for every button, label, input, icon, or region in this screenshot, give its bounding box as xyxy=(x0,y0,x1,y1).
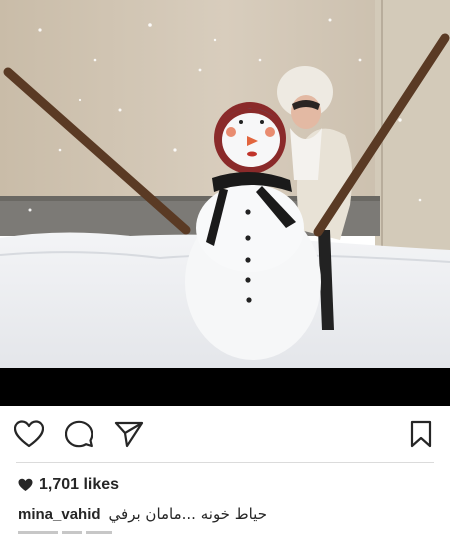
caption-username[interactable]: mina_vahid xyxy=(18,506,101,523)
snowman-photo-image xyxy=(0,0,450,368)
post-photo[interactable] xyxy=(0,0,450,368)
paper-plane-icon xyxy=(114,421,144,448)
save-button[interactable] xyxy=(405,418,437,450)
share-button[interactable] xyxy=(113,418,145,450)
likes-count-label: 1,701 likes xyxy=(39,476,120,493)
comment-button[interactable] xyxy=(63,418,95,450)
photo-letterbox-bar xyxy=(0,368,450,406)
likes-count[interactable]: 1,701 likes xyxy=(18,474,119,496)
heart-outline-icon xyxy=(14,420,44,448)
like-button[interactable] xyxy=(13,418,45,450)
caption-text: حیاط خونه ...مامان برفي xyxy=(108,505,267,523)
comment-bubble-icon xyxy=(65,420,93,448)
next-line-cutoff xyxy=(18,528,128,535)
action-divider xyxy=(16,462,434,463)
bookmark-icon xyxy=(410,420,432,448)
post-caption: mina_vahid حیاط خونه ...مامان برفي xyxy=(18,502,438,526)
heart-filled-icon xyxy=(18,478,33,491)
post-action-bar xyxy=(0,418,450,454)
